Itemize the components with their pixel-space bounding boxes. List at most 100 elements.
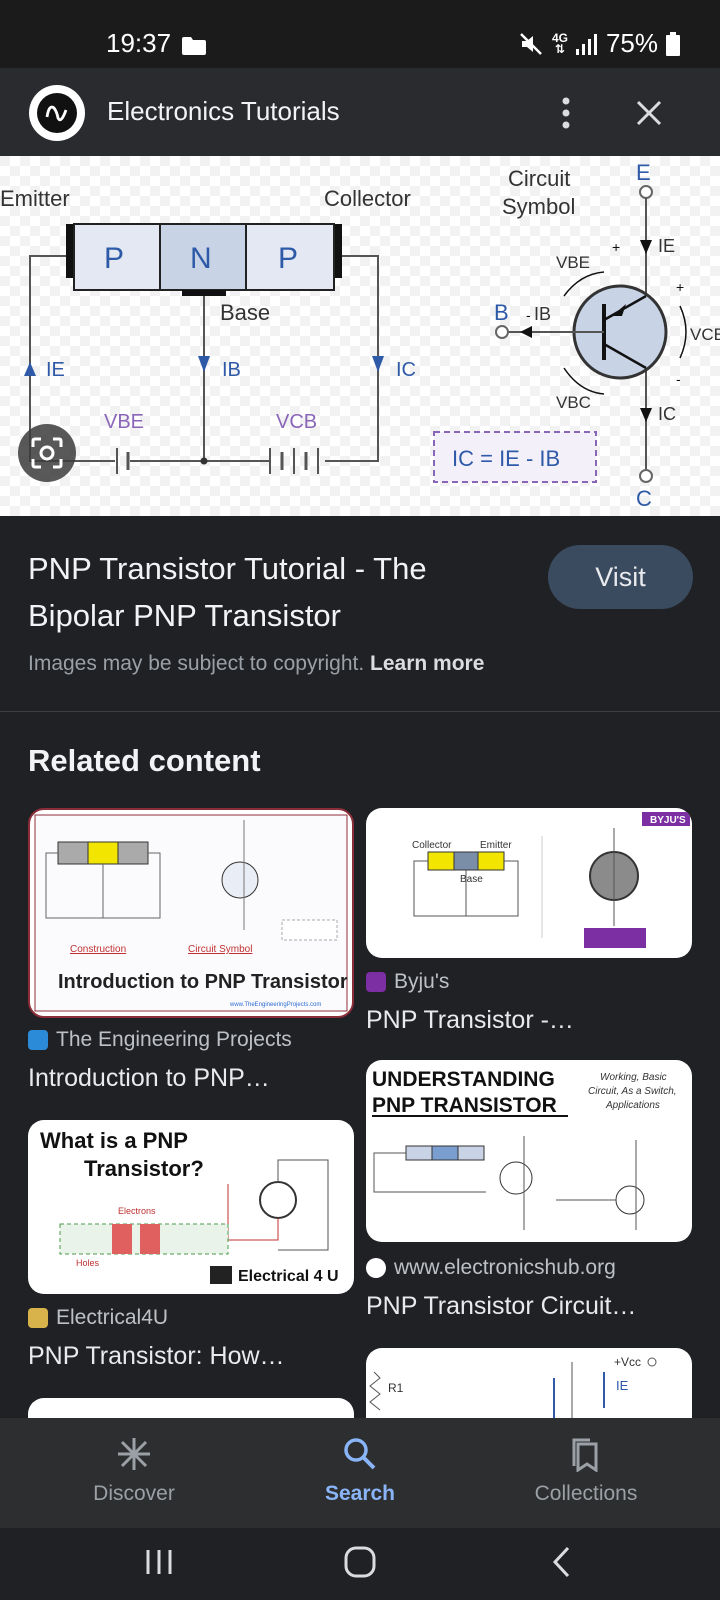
- related-card-image[interactable]: BYJU'S Collector Emitter Base: [366, 808, 692, 958]
- svg-text:-: -: [526, 307, 531, 323]
- card-title[interactable]: PNP Transistor -…: [366, 1006, 574, 1035]
- construction-label: Construction: [70, 944, 126, 955]
- vce-symbol-label: VCE: [690, 325, 720, 344]
- related-card-image-partial[interactable]: +Vcc R1 IE: [366, 1348, 692, 1418]
- e-terminal: E: [636, 160, 651, 185]
- signal-icon: [575, 33, 597, 55]
- card-source[interactable]: Byju's: [366, 970, 449, 994]
- result-title[interactable]: PNP Transistor Tutorial - The Bipolar PN…: [28, 545, 508, 639]
- battery-icon: [666, 31, 680, 56]
- vbc-symbol-label: VBC: [556, 393, 591, 412]
- nav-discover[interactable]: Discover: [44, 1418, 224, 1528]
- svg-text:Circuit, As a Switch,: Circuit, As a Switch,: [588, 1086, 677, 1097]
- related-card-image[interactable]: What is a PNP Transistor? Holes Electron…: [28, 1120, 354, 1294]
- status-indicators: 4G ⇅ 75%: [518, 28, 680, 59]
- svg-text:R1: R1: [388, 1381, 404, 1395]
- folder-icon: [182, 37, 206, 55]
- b-terminal: B: [494, 300, 509, 325]
- system-nav-bar: [0, 1528, 720, 1600]
- nav-collections-label: Collections: [534, 1482, 638, 1505]
- related-card-image-partial[interactable]: [28, 1398, 354, 1418]
- related-card-image[interactable]: UNDERSTANDING PNP TRANSISTOR Working, Ba…: [366, 1060, 692, 1242]
- app-header: Electronics Tutorials: [0, 68, 720, 156]
- learn-more-link[interactable]: Learn more: [370, 652, 484, 675]
- back-icon[interactable]: [550, 1544, 574, 1580]
- n-region: N: [190, 242, 212, 275]
- ib-label: IB: [222, 359, 241, 381]
- circuit-symbol-small-label: Circuit Symbol: [188, 944, 252, 955]
- circuit-symbol-label-1: Circuit: [508, 166, 570, 191]
- mute-icon: [520, 32, 542, 55]
- asterisk-icon: [118, 1438, 150, 1470]
- card-source[interactable]: www.electronicshub.org: [366, 1256, 616, 1280]
- close-icon: [636, 100, 662, 126]
- c-terminal: C: [636, 486, 652, 511]
- emitter-label: Emitter: [0, 186, 70, 211]
- vbe-label: VBE: [104, 411, 144, 433]
- base-small: Base: [460, 874, 483, 885]
- nav-collections[interactable]: Collections: [496, 1418, 676, 1528]
- lens-icon: [31, 437, 63, 469]
- svg-text:+Vcc: +Vcc: [614, 1355, 641, 1369]
- ie-label: IE: [46, 359, 65, 381]
- electrical4u-favicon: [28, 1308, 48, 1328]
- card-thumbnail: Construction Circuit Symbol Introduction…: [34, 814, 348, 1012]
- result-image[interactable]: Emitter Collector P N P Base IE IB IC VB…: [0, 156, 720, 516]
- circuit-symbol-label-2: Symbol: [502, 194, 575, 219]
- nav-search-label: Search: [324, 1482, 396, 1505]
- header-title: Electronics Tutorials: [107, 96, 340, 126]
- lens-search-button[interactable]: [18, 424, 76, 482]
- card-watermark: www.TheEngineeringProjects.com: [229, 1002, 321, 1008]
- card-source[interactable]: The Engineering Projects: [28, 1028, 292, 1052]
- svg-text:Applications: Applications: [605, 1100, 660, 1111]
- visit-button[interactable]: Visit: [548, 545, 693, 609]
- svg-text:Electrons: Electrons: [118, 1206, 156, 1216]
- collector-label: Collector: [324, 186, 411, 211]
- card-title[interactable]: PNP Transistor Circuit…: [366, 1292, 636, 1321]
- bottom-nav: Discover Search Collections: [0, 1418, 720, 1528]
- card-caption: UNDERSTANDING: [372, 1068, 555, 1091]
- related-heading: Related content: [28, 743, 261, 778]
- svg-text:IE: IE: [616, 1378, 629, 1393]
- svg-text:Holes: Holes: [76, 1258, 100, 1268]
- base-label: Base: [220, 300, 270, 325]
- nav-discover-label: Discover: [93, 1482, 175, 1505]
- pnp-diagram: Emitter Collector P N P Base IE IB IC VB…: [0, 156, 720, 516]
- current-formula: IC = IE - IB: [452, 446, 560, 471]
- p-region-1: P: [104, 242, 124, 275]
- vcb-label: VCB: [276, 411, 317, 433]
- electronicshub-favicon: [366, 1258, 386, 1278]
- network-type: 4G ⇅: [551, 30, 568, 56]
- battery-percent: 75%: [605, 28, 658, 58]
- card-caption-line2: PNP TRANSISTOR: [372, 1094, 557, 1117]
- copyright-text: Images may be subject to copyright.: [28, 652, 365, 675]
- site-logo: [29, 85, 85, 141]
- close-button[interactable]: [626, 90, 672, 136]
- card-thumbnail: What is a PNP Transistor? Holes Electron…: [40, 1128, 339, 1285]
- svg-text:-: -: [676, 371, 681, 387]
- more-vert-icon: [562, 97, 570, 129]
- card-caption: Introduction to PNP Transistor: [58, 971, 348, 993]
- ie-symbol-label: IE: [658, 236, 675, 256]
- copyright-notice: Images may be subject to copyright. Lear…: [28, 652, 484, 676]
- p-region-2: P: [278, 242, 298, 275]
- ic-symbol-label: IC: [658, 404, 676, 424]
- home-icon[interactable]: [342, 1544, 378, 1580]
- collector-small: Collector: [412, 840, 452, 851]
- ic-label: IC: [396, 359, 416, 381]
- tilde-wave-icon: [37, 93, 77, 133]
- nav-search[interactable]: Search: [270, 1418, 450, 1528]
- svg-text:Working, Basic: Working, Basic: [600, 1072, 667, 1083]
- search-icon: [344, 1438, 376, 1470]
- vbe-symbol-label: VBE: [556, 253, 590, 272]
- more-options-button[interactable]: [546, 90, 586, 136]
- electrical4u-brand: Electrical 4 U: [238, 1268, 339, 1285]
- card-title[interactable]: Introduction to PNP…: [28, 1064, 270, 1093]
- emitter-small: Emitter: [480, 840, 512, 851]
- card-caption-line2: Transistor?: [84, 1156, 204, 1181]
- related-card-image[interactable]: Construction Circuit Symbol Introduction…: [28, 808, 354, 1018]
- card-title[interactable]: PNP Transistor: How…: [28, 1342, 285, 1371]
- byjus-favicon: [366, 972, 386, 992]
- card-source[interactable]: Electrical4U: [28, 1306, 168, 1330]
- recent-apps-icon[interactable]: [144, 1546, 174, 1578]
